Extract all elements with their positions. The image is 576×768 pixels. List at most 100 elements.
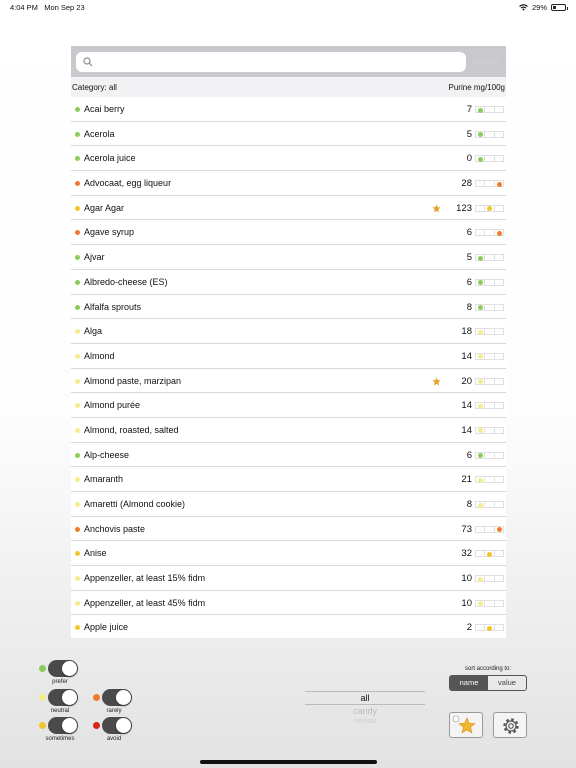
table-row[interactable]: Advocaat, egg liqueur 28 <box>71 171 506 196</box>
table-row[interactable]: Alfalfa sprouts 8 <box>71 295 506 320</box>
status-dot <box>75 452 80 458</box>
food-name: Agave syrup <box>84 227 135 238</box>
star-icon <box>452 715 476 734</box>
sort-by-value-button[interactable]: value <box>488 676 526 690</box>
table-row[interactable]: Amaranth 21 <box>71 467 506 492</box>
search-bar: Cancel <box>71 46 506 77</box>
food-name: Appenzeller, at least 45% fidm <box>84 597 206 608</box>
status-dot <box>75 353 80 359</box>
table-row[interactable]: Apple juice 2 <box>71 615 506 640</box>
status-dot <box>75 205 80 211</box>
scale-segment <box>494 278 504 286</box>
scale-segment <box>475 278 486 286</box>
search-input[interactable] <box>96 54 456 70</box>
wifi-icon <box>519 4 528 11</box>
cancel-button[interactable]: Cancel <box>472 56 500 66</box>
category-picker[interactable]: all candy cereals <box>305 686 425 730</box>
status-dot <box>75 181 80 187</box>
scale-segment <box>475 624 486 632</box>
settings-button[interactable] <box>493 712 527 738</box>
scale-segment <box>485 525 495 533</box>
scale-segment <box>475 599 486 607</box>
table-row[interactable]: Albredo-cheese (ES) 6 <box>71 270 506 295</box>
table-row[interactable]: Agar Agar 123 <box>71 196 506 221</box>
scale-segment <box>494 106 504 113</box>
table-row[interactable]: Anchovis paste 73 <box>71 517 506 542</box>
scale-segment <box>494 130 504 138</box>
purine-value: 18 <box>461 326 472 338</box>
scale-segment <box>494 204 504 212</box>
table-row[interactable]: Almond paste, marzipan 20 <box>71 369 506 394</box>
prefer-toggle[interactable] <box>48 660 78 677</box>
food-name: Apple juice <box>84 622 129 633</box>
table-row[interactable]: Acai berry 7 <box>71 97 506 122</box>
scale-segment <box>485 229 495 237</box>
purine-value: 14 <box>461 424 472 436</box>
purine-scale <box>475 180 504 188</box>
picker-selected[interactable]: all <box>305 691 425 705</box>
purine-value: 20 <box>461 375 472 387</box>
filter-sometimes: sometimes <box>36 715 78 745</box>
status-dot <box>93 722 100 729</box>
sort-by-name-button[interactable]: name <box>450 676 488 690</box>
battery-icon <box>551 4 568 11</box>
table-row[interactable]: Almond purée 14 <box>71 393 506 418</box>
scale-segment <box>475 106 486 113</box>
picker-option[interactable]: cereals <box>305 718 425 725</box>
status-dot <box>39 694 46 701</box>
scale-segment <box>494 352 504 360</box>
table-row[interactable]: Almond 14 <box>71 344 506 369</box>
table-row[interactable]: Alp-cheese 6 <box>71 443 506 468</box>
purine-scale <box>475 476 504 484</box>
purine-value: 28 <box>461 178 472 190</box>
purine-scale <box>475 377 504 385</box>
scale-segment <box>485 254 495 262</box>
purine-scale <box>475 229 504 237</box>
scale-segment <box>494 599 504 607</box>
scale-segment <box>494 525 504 533</box>
scale-segment <box>485 155 495 163</box>
neutral-toggle[interactable] <box>48 689 78 706</box>
rarely-toggle[interactable] <box>102 689 132 706</box>
purine-scale <box>475 624 504 632</box>
purine-scale <box>475 303 504 311</box>
filter-avoid: avoid <box>90 715 132 745</box>
scale-segment <box>475 180 486 188</box>
scale-segment <box>485 599 495 607</box>
scale-segment <box>475 451 486 459</box>
food-name: Advocaat, egg liqueur <box>84 178 172 189</box>
favorites-button[interactable] <box>449 712 483 738</box>
table-row[interactable]: Agave syrup 6 <box>71 220 506 246</box>
table-row[interactable]: Almond, roasted, salted 14 <box>71 418 506 443</box>
scale-segment <box>485 204 495 212</box>
avoid-toggle[interactable] <box>102 717 132 734</box>
status-dot <box>75 156 80 162</box>
scale-segment <box>485 106 495 113</box>
table-row[interactable]: Alga 18 <box>71 319 506 344</box>
purine-value: 14 <box>461 400 472 412</box>
status-dot <box>75 230 80 236</box>
status-dot <box>39 665 46 672</box>
table-row[interactable]: Ajvar 5 <box>71 245 506 270</box>
sometimes-toggle[interactable] <box>48 717 78 734</box>
picker-option[interactable]: candy <box>305 706 425 716</box>
purine-value: 6 <box>466 227 472 239</box>
scale-segment <box>475 402 486 410</box>
home-indicator <box>200 760 377 764</box>
purine-scale <box>475 501 504 508</box>
table-row[interactable]: Appenzeller, at least 45% fidm 10 <box>71 591 506 616</box>
food-list-panel: Cancel Category: all Purine mg/100g Acai… <box>71 46 506 638</box>
search-icon <box>83 57 93 67</box>
status-dot <box>75 600 80 606</box>
food-name: Almond paste, marzipan <box>84 375 182 386</box>
table-row[interactable]: Appenzeller, at least 15% fidm 10 <box>71 566 506 591</box>
status-dot <box>75 477 80 483</box>
search-box[interactable] <box>76 52 466 72</box>
table-row[interactable]: Amaretti (Almond cookie) 8 <box>71 492 506 517</box>
table-row[interactable]: Acerola juice 0 <box>71 146 506 172</box>
scale-segment <box>485 624 495 632</box>
food-name: Acai berry <box>84 104 125 114</box>
table-row[interactable]: Anise 32 <box>71 541 506 567</box>
table-row[interactable]: Acerola 5 <box>71 122 506 147</box>
filter-prefer: prefer <box>36 658 78 688</box>
